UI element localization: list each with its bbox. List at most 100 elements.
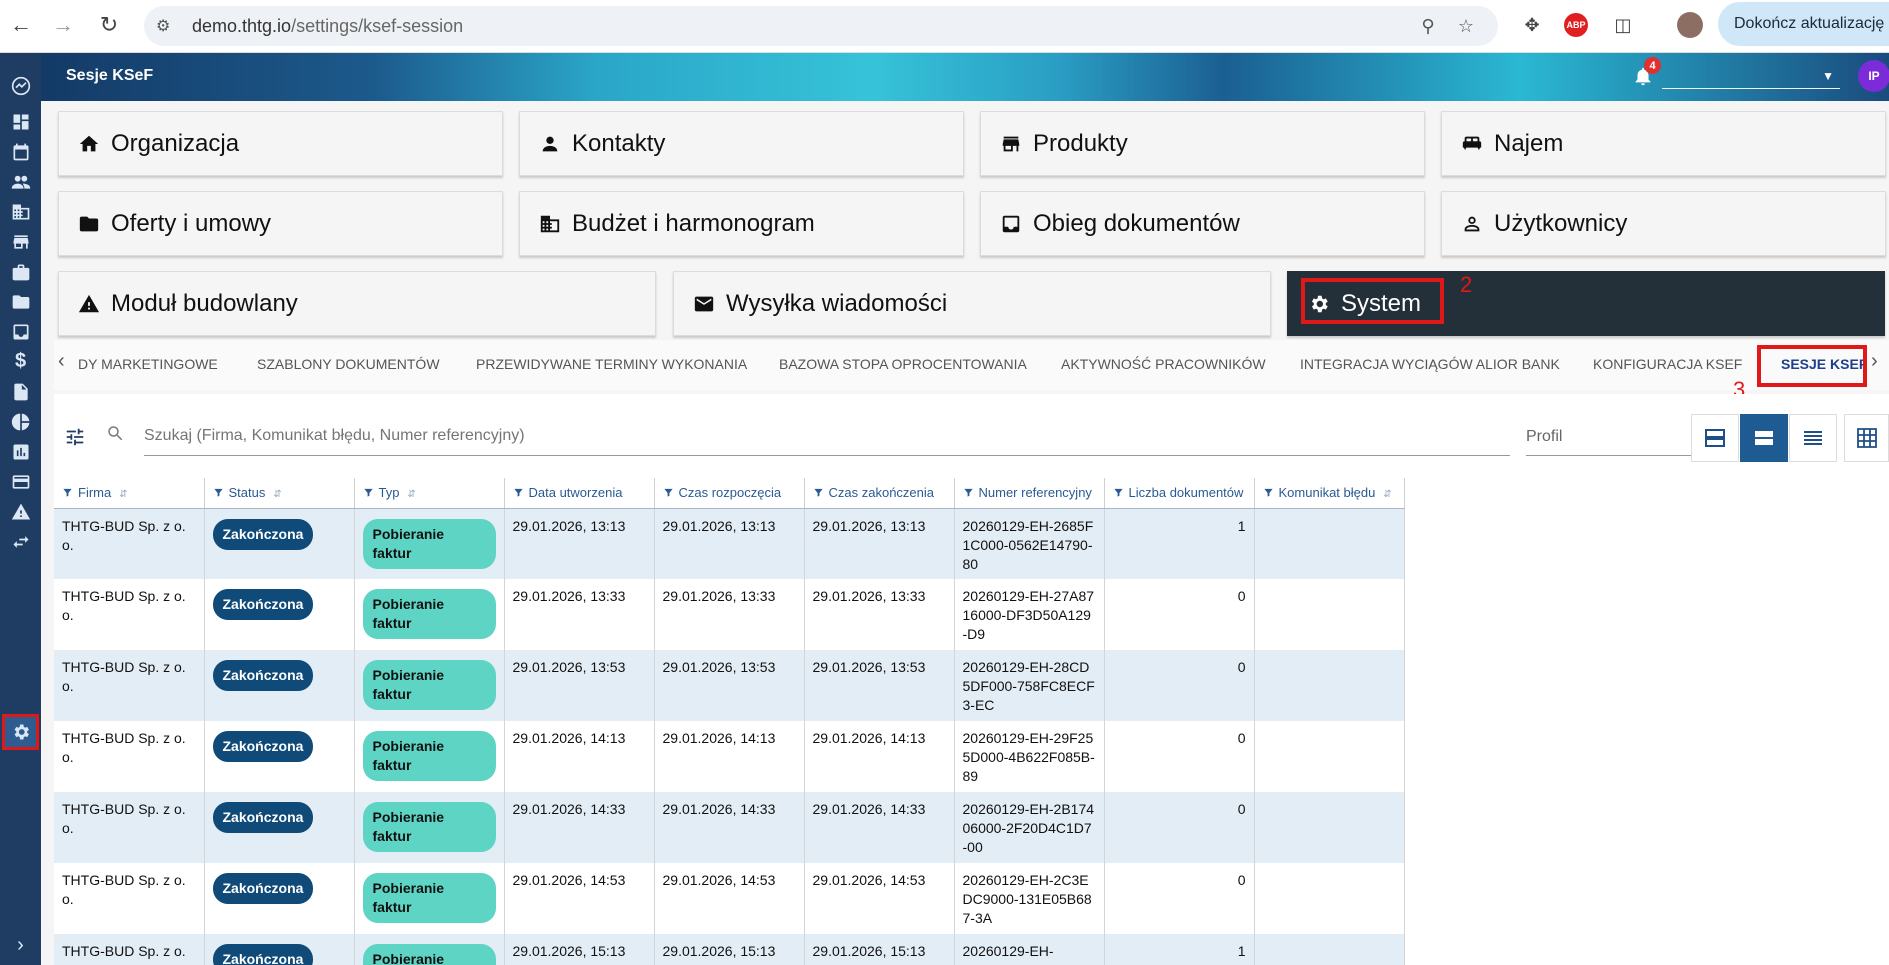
filter-funnel-icon[interactable]	[813, 486, 823, 497]
tabs-scroll-right-icon[interactable]: ›	[1871, 350, 1878, 373]
column-header-data-utworzenia[interactable]: Data utworzenia	[504, 478, 655, 509]
cell-data-utworzenia: 29.01.2026, 13:53	[504, 650, 655, 721]
move-extension-icon[interactable]: ✥	[1519, 12, 1545, 38]
back-arrow-icon[interactable]: ←	[6, 10, 36, 40]
table-row[interactable]: THTG-BUD Sp. z o. o. Zakończona Pobieranie…	[54, 792, 1405, 863]
tab-bazowa-stopa[interactable]: BAZOWA STOPA OPROCENTOWANIA	[779, 356, 1027, 372]
column-header-typ[interactable]: Typ ⇵	[354, 478, 505, 509]
filter-funnel-icon[interactable]	[1113, 486, 1123, 497]
tab-aktywnosc-pracownikow[interactable]: AKTYWNOŚĆ PRACOWNIKÓW	[1061, 356, 1266, 372]
module-obieg-button[interactable]: Obieg dokumentów	[980, 191, 1425, 256]
table-row[interactable]: THTG-BUD Sp. z o. o. Zakończona Pobieranie…	[54, 579, 1405, 650]
extensions-puzzle-icon[interactable]: ◫	[1610, 12, 1636, 38]
cell-liczba-dokumentow-text: 0	[1237, 801, 1246, 817]
swap-arrows-icon[interactable]	[8, 529, 33, 554]
table-row[interactable]: THTG-BUD Sp. z o. o. Zakończona Pobieranie…	[54, 863, 1405, 934]
table-row[interactable]: THTG-BUD Sp. z o. o. Zakończona Pobieranie…	[54, 650, 1405, 721]
document-icon[interactable]	[8, 379, 33, 404]
header-organization-select[interactable]: ▼	[1662, 63, 1840, 89]
address-bar[interactable]: ⚙ demo.thtg.io/settings/ksef-session ⚲ ☆	[144, 6, 1498, 46]
filter-funnel-icon[interactable]	[213, 486, 223, 497]
module-organizacja-button[interactable]: Organizacja	[58, 111, 503, 176]
view-standard-button[interactable]	[1740, 414, 1788, 462]
reload-icon[interactable]: ↻	[94, 10, 124, 40]
app-logo-icon[interactable]	[8, 73, 33, 98]
module-wysylka-button[interactable]: Wysyłka wiadomości	[673, 271, 1271, 336]
filter-funnel-icon[interactable]	[663, 486, 673, 497]
dashboard-icon[interactable]	[8, 109, 33, 134]
column-header-firma[interactable]: Firma ⇵	[54, 478, 205, 509]
column-header-numer-referencyjny[interactable]: Numer referencyjny	[954, 478, 1105, 509]
forward-arrow-icon[interactable]: →	[48, 10, 78, 40]
update-browser-button[interactable]: Dokończ aktualizację	[1718, 2, 1889, 46]
pie-chart-icon[interactable]	[8, 409, 33, 434]
column-header-komunikat-bledu[interactable]: Komunikat błędu ⇵	[1254, 478, 1405, 509]
cell-czas-zakonczenia-text: 29.01.2026, 13:53	[812, 659, 926, 675]
cell-firma: THTG-BUD Sp. z o. o.	[54, 934, 205, 965]
view-compact-button[interactable]	[1789, 414, 1837, 462]
sort-icon[interactable]: ⇵	[273, 489, 281, 500]
settings-gear-icon[interactable]	[8, 719, 33, 744]
module-budzet-button[interactable]: Budżet i harmonogram	[519, 191, 964, 256]
table-row[interactable]: THTG-BUD Sp. z o. o. Zakończona Pobieranie…	[54, 508, 1405, 579]
warning-icon[interactable]	[8, 499, 33, 524]
briefcase-icon[interactable]	[8, 259, 33, 284]
folder-icon[interactable]	[8, 289, 33, 314]
module-kontakty-button[interactable]: Kontakty	[519, 111, 964, 176]
sort-icon[interactable]: ⇵	[407, 489, 415, 500]
filter-funnel-icon[interactable]	[1263, 486, 1273, 497]
filter-settings-icon[interactable]	[64, 426, 86, 448]
sort-icon[interactable]: ⇵	[1383, 489, 1391, 500]
url-text[interactable]: demo.thtg.io/settings/ksef-session	[192, 16, 463, 37]
calendar-icon[interactable]	[8, 139, 33, 164]
column-header-czas-zakonczenia[interactable]: Czas zakończenia	[804, 478, 955, 509]
credit-card-icon[interactable]	[8, 469, 33, 494]
grid-view-icon[interactable]	[1844, 414, 1889, 462]
bar-chart-icon[interactable]	[8, 439, 33, 464]
cell-czas-rozpoczecia-text: 29.01.2026, 13:33	[662, 588, 776, 604]
column-header-liczba-dokumentow[interactable]: Liczba dokumentów	[1104, 478, 1255, 509]
column-header-czas-rozpoczecia[interactable]: Czas rozpoczęcia	[654, 478, 805, 509]
filter-funnel-icon[interactable]	[513, 486, 523, 497]
table-header-row: Firma ⇵ Status ⇵ Typ ⇵ Data utworzenia Czas…	[54, 478, 1405, 509]
dollar-icon[interactable]: $	[8, 349, 33, 374]
sort-icon[interactable]: ⇵	[119, 489, 127, 500]
type-badge: Pobieranie faktur	[362, 873, 496, 923]
building-icon[interactable]	[8, 199, 33, 224]
adblock-plus-icon[interactable]: ABP	[1564, 13, 1588, 37]
url-host: demo.thtg.io	[192, 15, 292, 36]
store-icon[interactable]	[8, 229, 33, 254]
table-row[interactable]: THTG-BUD Sp. z o. o. Zakończona Pobieranie…	[54, 934, 1405, 965]
site-settings-icon[interactable]: ⚙	[156, 16, 180, 36]
filter-funnel-icon[interactable]	[963, 486, 973, 497]
module-produkty-button[interactable]: Produkty	[980, 111, 1425, 176]
profile-picture-icon[interactable]	[1677, 12, 1703, 38]
cell-czas-rozpoczecia-text: 29.01.2026, 13:53	[662, 659, 776, 675]
view-comfortable-button[interactable]	[1691, 414, 1739, 462]
inbox-icon[interactable]	[8, 319, 33, 344]
module-najem-button[interactable]: Najem	[1441, 111, 1886, 176]
tab-marketingowe[interactable]: DY MARKETINGOWE	[78, 356, 218, 372]
bookmark-star-icon[interactable]: ☆	[1454, 14, 1478, 38]
cell-firma-text: THTG-BUD Sp. z o. o.	[62, 588, 186, 623]
table-row[interactable]: THTG-BUD Sp. z o. o. Zakończona Pobieranie…	[54, 721, 1405, 792]
tab-przewidywane-terminy[interactable]: PRZEWIDYWANE TERMINY WYKONANIA	[476, 356, 747, 372]
module-label: Organizacja	[111, 129, 240, 157]
filter-funnel-icon[interactable]	[363, 486, 373, 497]
search-input[interactable]	[144, 416, 1510, 456]
tab-integracja-alior[interactable]: INTEGRACJA WYCIĄGÓW ALIOR BANK	[1300, 356, 1560, 372]
expand-sidebar-chevron-icon[interactable]: ›	[8, 933, 33, 958]
column-header-status[interactable]: Status ⇵	[204, 478, 355, 509]
user-avatar[interactable]: IP	[1858, 60, 1889, 92]
filter-funnel-icon[interactable]	[62, 486, 72, 497]
tabs-scroll-left-icon[interactable]: ‹	[58, 350, 65, 373]
tab-szablony-dokumentow[interactable]: SZABLONY DOKUMENTÓW	[257, 356, 440, 372]
cell-liczba-dokumentow-text: 1	[1237, 943, 1246, 959]
people-icon[interactable]	[8, 169, 33, 194]
tab-konfiguracja-ksef[interactable]: KONFIGURACJA KSEF	[1593, 356, 1742, 372]
module-budowlany-button[interactable]: Moduł budowlany	[58, 271, 656, 336]
module-oferty-button[interactable]: Oferty i umowy	[58, 191, 503, 256]
zoom-icon[interactable]: ⚲	[1416, 14, 1440, 38]
module-uzytkownicy-button[interactable]: Użytkownicy	[1441, 191, 1886, 256]
column-title: Typ	[378, 485, 400, 501]
